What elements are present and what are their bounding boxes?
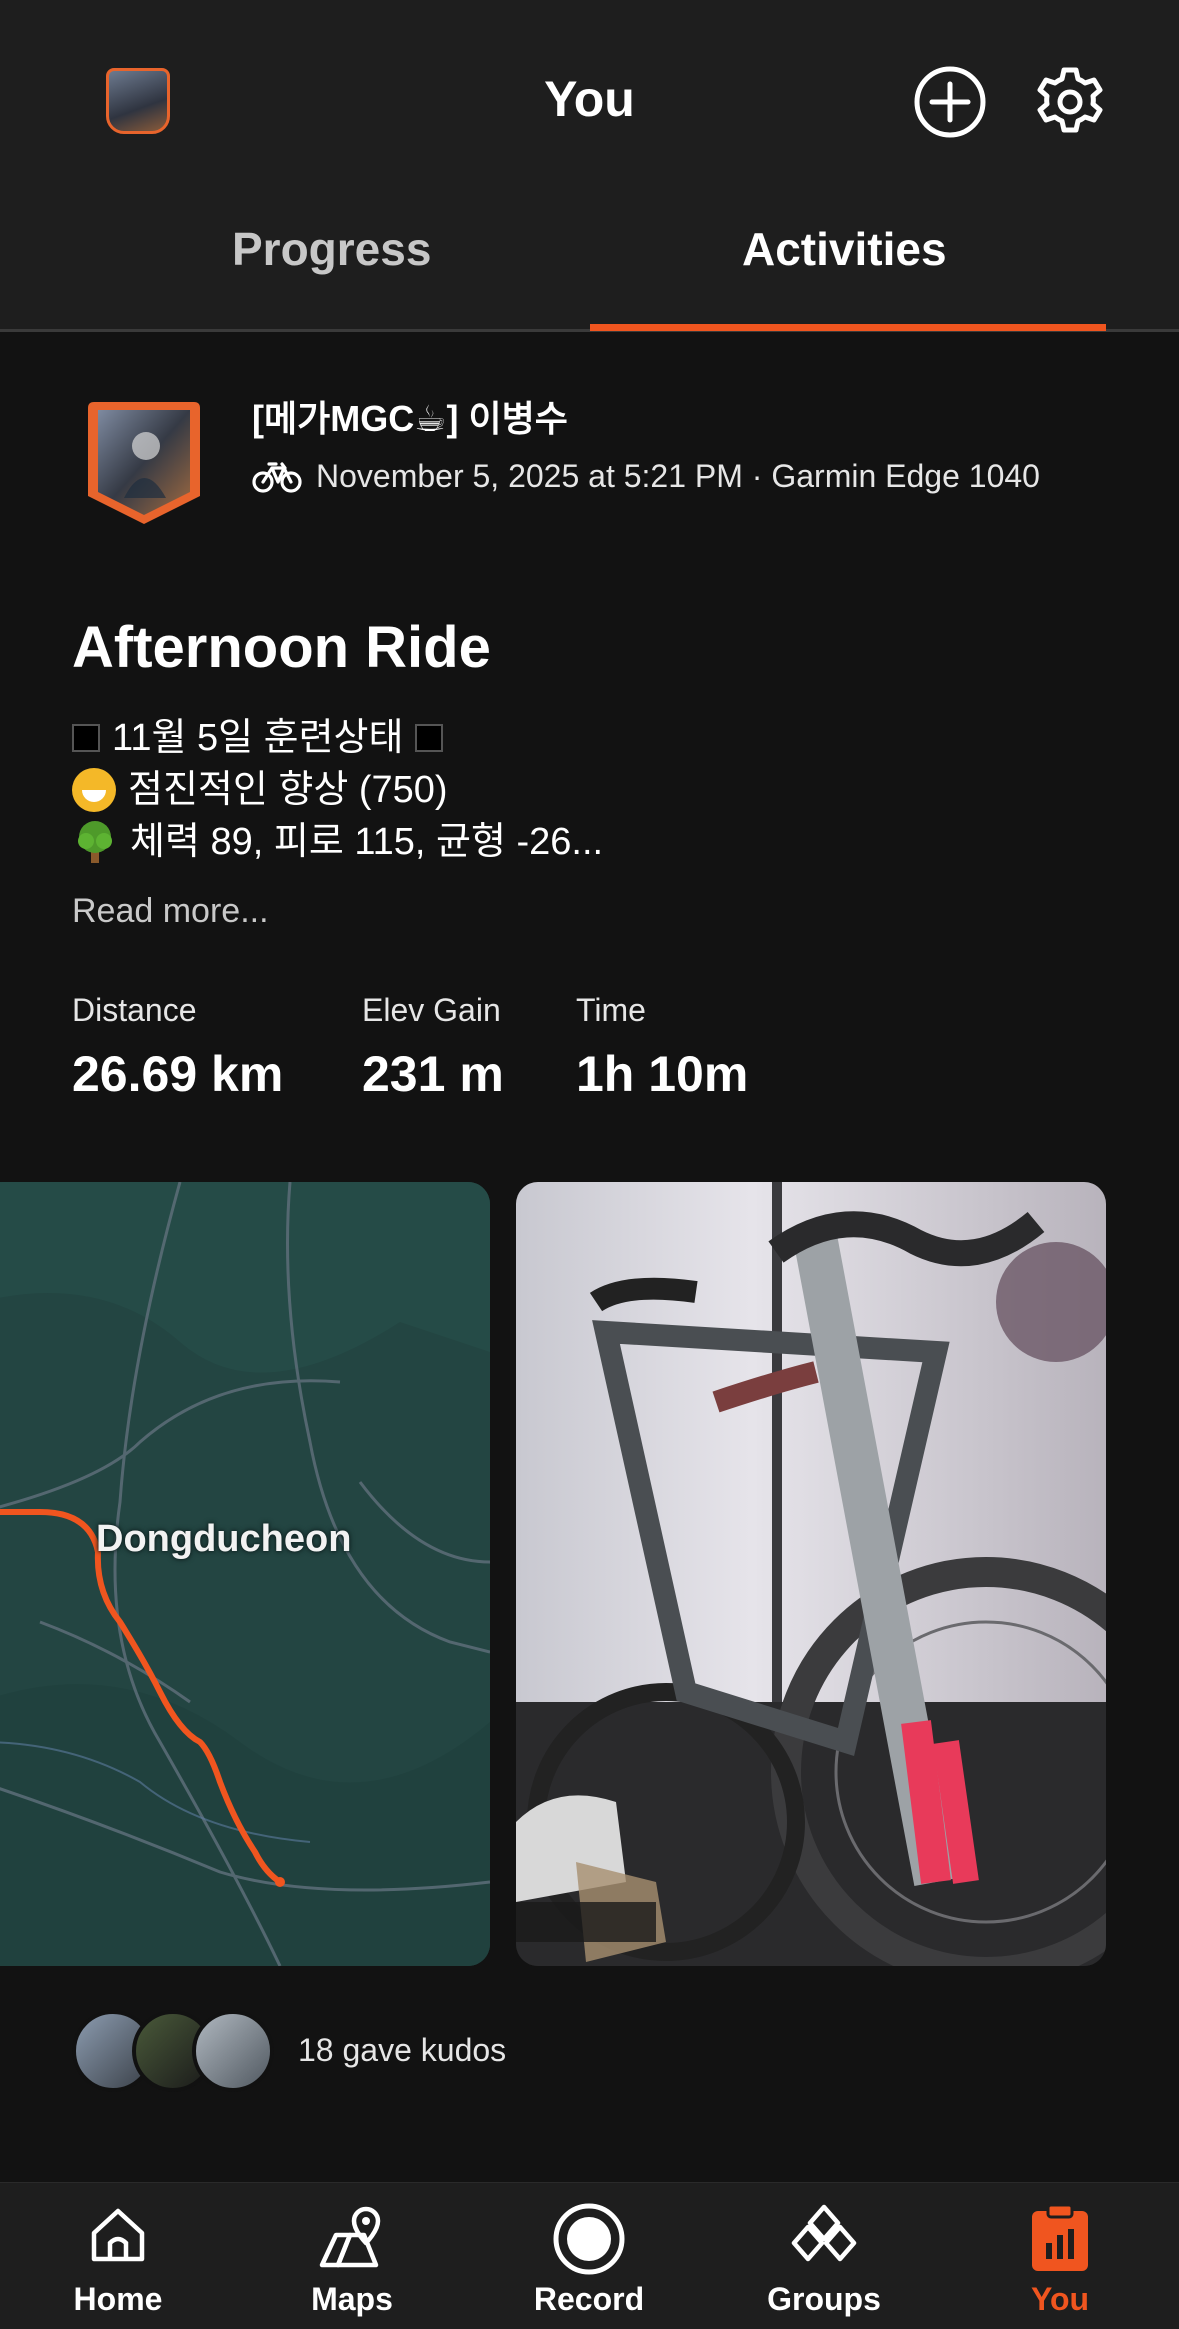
nav-home[interactable]: Home (28, 2183, 208, 2329)
stat-value: 1h 10m (576, 1046, 749, 1102)
tree-icon (78, 821, 112, 863)
add-icon[interactable] (912, 64, 988, 140)
kudos-count[interactable]: 18 gave kudos (298, 2032, 506, 2069)
kudos-avatars[interactable] (72, 2010, 282, 2092)
stat-time: Time 1h 10m (576, 992, 748, 1103)
black-square-icon (72, 724, 100, 752)
maps-icon (319, 2206, 381, 2268)
active-tab-indicator (590, 324, 1106, 331)
description-text: 11월 5일 훈련상태 (112, 717, 404, 759)
nav-label: Maps (311, 2281, 393, 2317)
description-text: 체력 89, 피로 115, 균형 -26... (130, 821, 604, 863)
bike-icon (252, 461, 302, 493)
stat-label: Time (576, 992, 646, 1028)
athlete-avatar[interactable] (84, 398, 204, 528)
activity-meta-text: November 5, 2025 at 5:21 PM · Garmin Edg… (316, 458, 1040, 494)
stat-value: 26.69 km (72, 1046, 284, 1102)
activity-meta: November 5, 2025 at 5:21 PM · Garmin Edg… (252, 458, 1040, 495)
groups-icon (791, 2204, 857, 2262)
nav-record[interactable]: Record (499, 2183, 679, 2329)
route-map[interactable] (0, 1182, 490, 1966)
bike-photo-graphic (516, 1182, 1106, 1966)
nav-label: You (1030, 2281, 1090, 2317)
nav-label: Record (533, 2281, 645, 2317)
description-line: 체력 89, 피로 115, 균형 -26... (72, 816, 603, 868)
tab-progress[interactable]: Progress (232, 222, 431, 276)
map-graphic (0, 1182, 490, 1966)
page-title: You (544, 71, 635, 127)
nav-label: Groups (767, 2281, 881, 2317)
description-text: 점진적인 향상 (750) (128, 769, 448, 811)
activity-title[interactable]: Afternoon Ride (72, 614, 491, 681)
stat-distance: Distance 26.69 km (72, 992, 283, 1103)
bottom-nav: Home Maps Record Groups You (0, 2182, 1179, 2329)
top-header: You Progress Activities (0, 0, 1179, 332)
nav-label: Home (73, 2281, 163, 2317)
map-place-label: Dongducheon (96, 1518, 352, 1560)
description-line: 11월 5일 훈련상태 (72, 712, 603, 764)
stat-label: Distance (72, 992, 197, 1028)
grinning-face-icon (72, 768, 116, 812)
activity-photo[interactable] (516, 1182, 1106, 1966)
you-icon (1032, 2203, 1088, 2271)
stat-value: 231 m (362, 1046, 504, 1102)
tab-activities[interactable]: Activities (742, 222, 947, 276)
black-square-icon (415, 724, 444, 752)
stat-label: Elev Gain (362, 992, 501, 1028)
nav-you[interactable]: You (970, 2183, 1150, 2329)
record-icon (553, 2203, 625, 2275)
stat-elev-gain: Elev Gain 231 m (362, 992, 504, 1103)
avatar (192, 2010, 274, 2092)
description-line: 점진적인 향상 (750) (72, 764, 603, 816)
tab-bar: Progress Activities (0, 200, 1179, 332)
athlete-name[interactable]: [메가MGC☕] 이병수 (252, 390, 568, 442)
activity-description: 11월 5일 훈련상태 점진적인 향상 (750) 체력 89, 피로 115,… (72, 712, 603, 868)
nav-groups[interactable]: Groups (734, 2183, 914, 2329)
home-icon (91, 2208, 145, 2262)
read-more-link[interactable]: Read more... (72, 892, 269, 931)
gear-icon[interactable] (1032, 64, 1108, 140)
nav-maps[interactable]: Maps (262, 2183, 442, 2329)
